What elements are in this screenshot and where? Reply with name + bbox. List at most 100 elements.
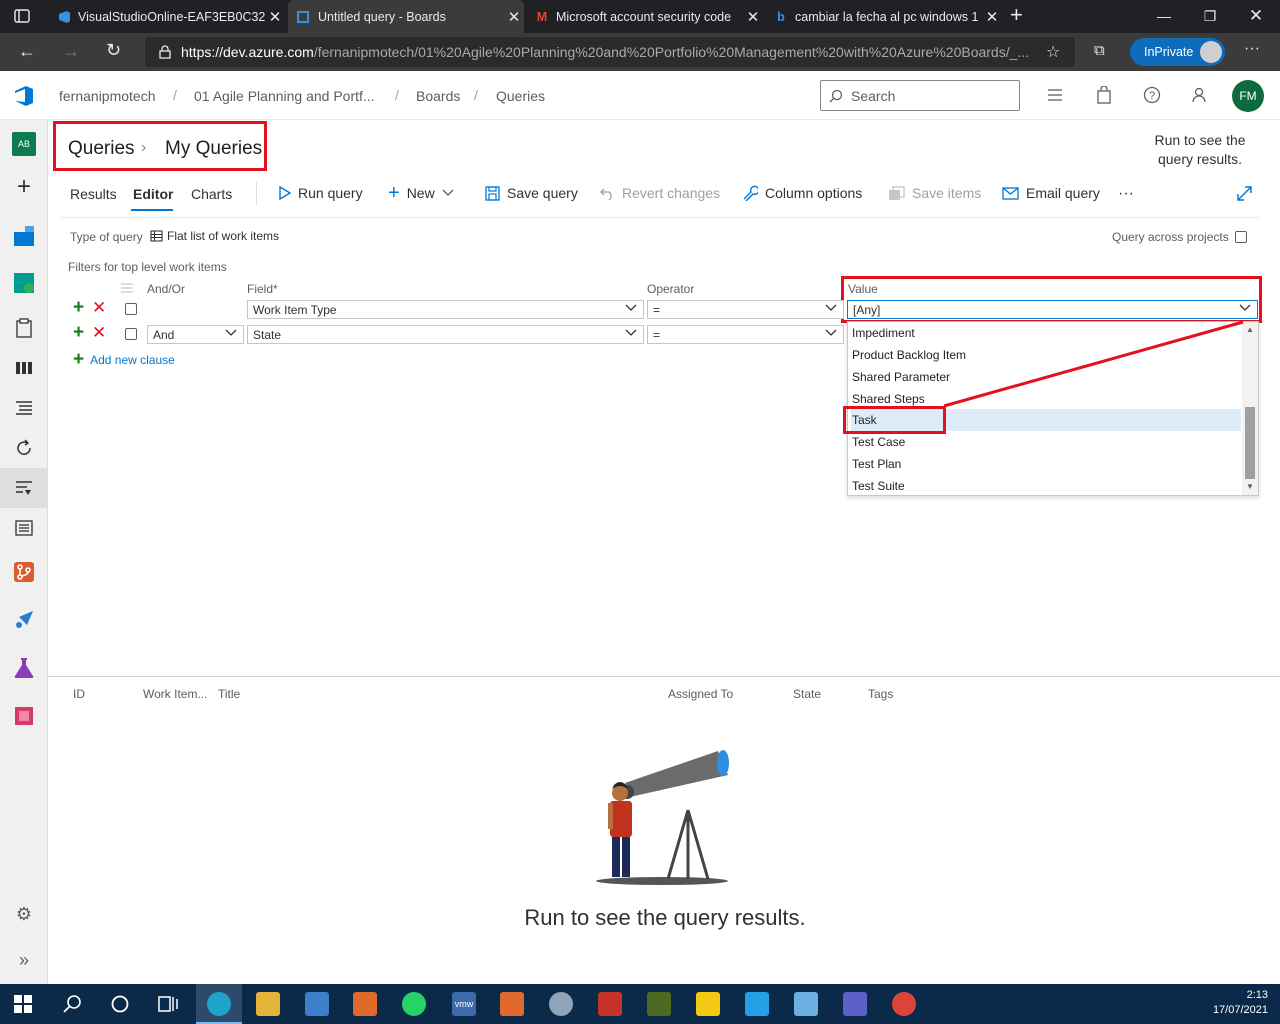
clause-checkbox[interactable] xyxy=(125,328,137,340)
close-tab-icon[interactable]: ✕ xyxy=(265,8,285,26)
breadcrumb-project[interactable]: 01 Agile Planning and Portf... xyxy=(194,88,375,104)
insert-clause-icon[interactable]: + xyxy=(73,323,84,342)
results-splitter[interactable] xyxy=(48,676,1280,677)
value-dropdown[interactable]: [Any] xyxy=(847,300,1258,319)
restore-icon[interactable]: ❐ xyxy=(1187,0,1233,32)
field-dropdown[interactable]: Work Item Type xyxy=(247,300,644,319)
tab-editor[interactable]: Editor xyxy=(133,186,173,202)
browser-tab-3[interactable]: M Microsoft account security code ✕ xyxy=(528,0,763,33)
column-id[interactable]: ID xyxy=(73,687,85,701)
file-explorer-icon[interactable] xyxy=(256,992,280,1016)
vscode-icon[interactable] xyxy=(745,992,769,1016)
close-tab-icon[interactable]: ✕ xyxy=(982,8,1002,26)
vmware-icon[interactable]: vmw xyxy=(452,992,476,1016)
document-icon[interactable] xyxy=(500,992,524,1016)
repos-icon[interactable] xyxy=(12,560,36,584)
test-plans-icon[interactable] xyxy=(12,656,36,680)
clause-checkbox[interactable] xyxy=(125,303,137,315)
queries-icon[interactable] xyxy=(0,468,48,508)
breadcrumb-org[interactable]: fernanipmotech xyxy=(59,88,156,104)
option-test-plan[interactable]: Test Plan xyxy=(851,453,1241,475)
andor-dropdown[interactable]: And xyxy=(147,325,244,344)
fullscreen-icon[interactable] xyxy=(1237,186,1252,201)
windows-start-icon[interactable] xyxy=(14,995,32,1013)
photos-icon[interactable] xyxy=(794,992,818,1016)
column-options-button[interactable]: Column options xyxy=(742,185,862,201)
list-settings-icon[interactable] xyxy=(1047,87,1063,103)
store-icon[interactable] xyxy=(305,992,329,1016)
column-state[interactable]: State xyxy=(793,687,821,701)
breadcrumb-boards[interactable]: Boards xyxy=(416,88,460,104)
add-new-clause-link[interactable]: + Add new clause xyxy=(73,350,175,369)
field-dropdown[interactable]: State xyxy=(247,325,644,344)
operator-dropdown[interactable]: = xyxy=(647,300,844,319)
avatar[interactable]: FM xyxy=(1232,80,1264,112)
option-test-case[interactable]: Test Case xyxy=(851,431,1241,453)
tab-results[interactable]: Results xyxy=(70,186,117,202)
column-work-item-type[interactable]: Work Item... xyxy=(143,687,207,701)
insert-clause-icon[interactable]: + xyxy=(73,298,84,317)
browser-tab-2[interactable]: Untitled query - Boards ✕ xyxy=(288,0,524,33)
query-across-projects-checkbox[interactable] xyxy=(1235,231,1247,243)
breadcrumb-queries-root[interactable]: Queries xyxy=(68,138,135,160)
back-icon[interactable]: ← xyxy=(18,42,36,60)
user-settings-icon[interactable] xyxy=(1191,86,1209,104)
remove-clause-icon[interactable]: ✕ xyxy=(92,299,106,316)
azure-devops-logo-icon[interactable] xyxy=(13,85,35,107)
tab-charts[interactable]: Charts xyxy=(191,186,232,202)
power-bi-icon[interactable] xyxy=(696,992,720,1016)
new-button[interactable]: + New xyxy=(388,183,454,203)
url-field[interactable]: https://dev.azure.com/fernanipmotech/01%… xyxy=(145,37,1075,67)
project-avatar[interactable]: AB xyxy=(12,132,36,156)
close-tab-icon[interactable]: ✕ xyxy=(504,8,524,26)
browser-tab-1[interactable]: VisualStudioOnline-EAF3EB0C32 ✕ xyxy=(50,0,285,33)
column-title[interactable]: Title xyxy=(218,687,240,701)
system-clock[interactable]: 2:13 17/07/2021 xyxy=(1200,988,1268,1018)
remove-clause-icon[interactable]: ✕ xyxy=(92,324,106,341)
browser-tab-4[interactable]: b cambiar la fecha al pc windows 1 ✕ xyxy=(767,0,1002,33)
backlogs-icon[interactable] xyxy=(12,396,36,420)
search-icon[interactable] xyxy=(62,994,82,1014)
paint-icon[interactable] xyxy=(549,992,573,1016)
email-query-button[interactable]: Email query xyxy=(1002,185,1100,201)
teams-icon[interactable] xyxy=(843,992,867,1016)
git-icon[interactable] xyxy=(598,992,622,1016)
chrome-icon[interactable] xyxy=(892,992,916,1016)
scroll-down-icon[interactable]: ▼ xyxy=(1246,482,1254,491)
sprints-icon[interactable] xyxy=(12,436,36,460)
artifacts-icon[interactable] xyxy=(12,704,36,728)
project-settings-icon[interactable]: ⚙ xyxy=(12,902,36,926)
close-tab-icon[interactable]: ✕ xyxy=(743,8,763,26)
minimize-icon[interactable]: — xyxy=(1141,0,1187,32)
run-query-button[interactable]: Run query xyxy=(279,185,363,201)
whatsapp-icon[interactable] xyxy=(402,992,426,1016)
revert-changes-button[interactable]: Revert changes xyxy=(600,185,720,201)
work-items-icon[interactable] xyxy=(12,316,36,340)
cortana-icon[interactable] xyxy=(110,994,130,1014)
save-items-button[interactable]: Save items xyxy=(888,185,981,201)
refresh-icon[interactable]: ↻ xyxy=(106,41,121,59)
option-test-suite[interactable]: Test Suite xyxy=(851,475,1241,497)
inprivate-badge[interactable]: InPrivate xyxy=(1130,38,1225,66)
media-player-icon[interactable] xyxy=(353,992,377,1016)
operator-dropdown[interactable]: = xyxy=(647,325,844,344)
app-icon[interactable] xyxy=(647,992,671,1016)
favorites-icon[interactable]: ☆ xyxy=(1046,42,1060,62)
overview-icon[interactable] xyxy=(12,224,36,248)
query-type-selector[interactable]: Flat list of work items xyxy=(150,229,279,243)
scrollbar-thumb[interactable] xyxy=(1245,407,1255,479)
group-clauses-icon[interactable] xyxy=(120,282,134,294)
breadcrumb-my-queries[interactable]: My Queries xyxy=(165,138,262,160)
column-assigned-to[interactable]: Assigned To xyxy=(668,687,733,701)
collapse-expand-icon[interactable]: » xyxy=(12,948,36,972)
close-window-icon[interactable]: ✕ xyxy=(1233,0,1279,32)
boards-view-icon[interactable] xyxy=(12,356,36,380)
help-icon[interactable]: ? xyxy=(1143,86,1161,104)
new-tab-icon[interactable]: + xyxy=(1010,4,1023,26)
column-tags[interactable]: Tags xyxy=(868,687,893,701)
edge-icon[interactable] xyxy=(207,992,231,1016)
search-input[interactable]: Search xyxy=(820,80,1020,111)
delivery-plans-icon[interactable] xyxy=(12,516,36,540)
add-icon[interactable]: + xyxy=(12,173,36,200)
forward-icon[interactable]: → xyxy=(62,42,80,60)
